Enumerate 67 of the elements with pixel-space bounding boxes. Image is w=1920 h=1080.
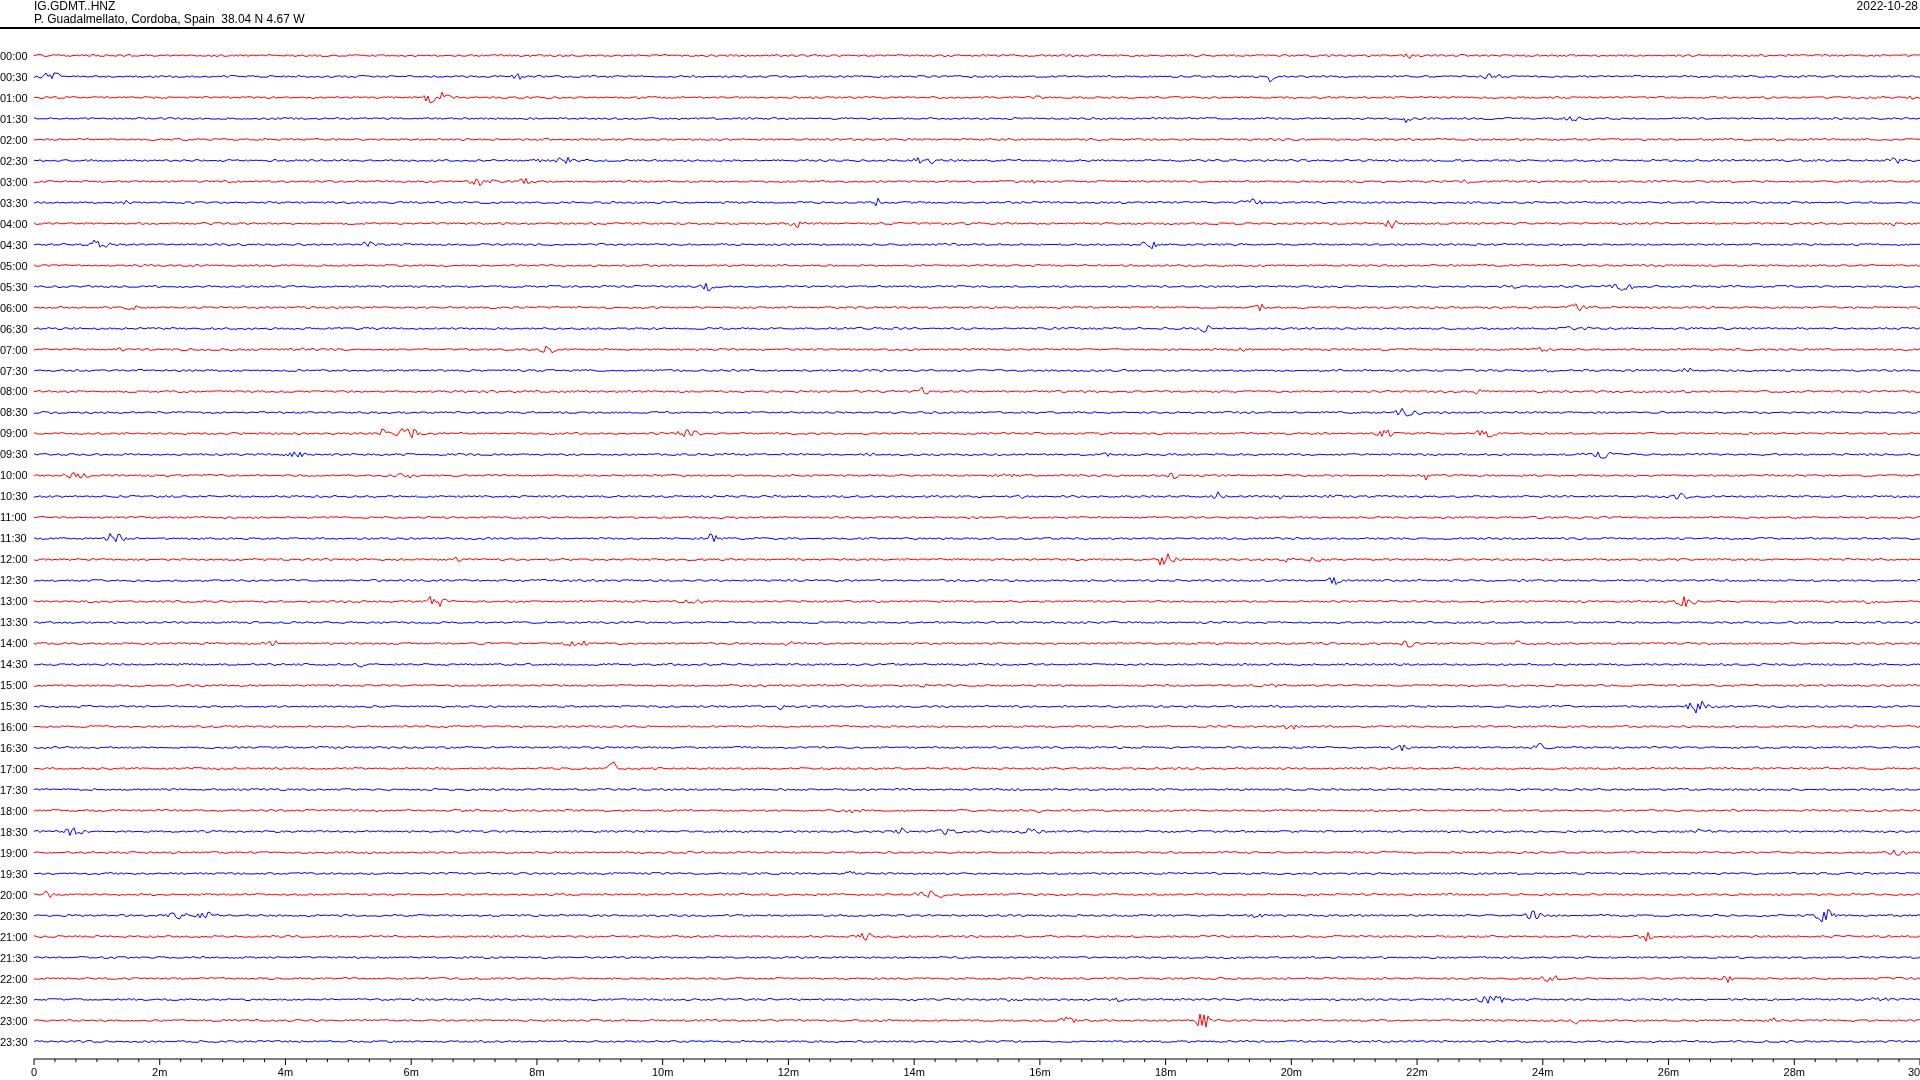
axis-label: 26m [1657,1066,1680,1078]
time-label: 18:30 [0,825,29,838]
axis-label: 10m [651,1066,674,1078]
axis-label: 4m [277,1066,294,1078]
axis-label: 12m [777,1066,800,1078]
time-label: 21:30 [0,951,29,964]
time-label: 13:30 [0,616,29,629]
time-label: 00:00 [0,50,29,62]
time-label: 10:00 [0,469,29,482]
time-label: 12:00 [0,553,29,566]
time-label: 19:30 [0,867,29,880]
axis-label: 30 [1908,1066,1920,1078]
time-label: 17:30 [0,783,29,796]
time-label: 15:30 [0,700,29,712]
time-label: 02:30 [0,154,29,167]
axis-label: 24m [1532,1066,1554,1078]
time-label: 03:00 [0,175,29,188]
time-label: 03:30 [0,196,29,209]
time-label: 04:30 [0,238,29,251]
time-label: 17:00 [0,762,29,775]
axis-label: 16m [1029,1066,1051,1078]
time-label: 09:30 [0,448,29,461]
time-label: 08:00 [0,385,29,398]
time-label: 23:00 [0,1014,29,1027]
axis-label: 0 [30,1066,38,1078]
station-code: IG.GDMT..HNZ [34,0,117,13]
station-location: P. Guadalmellato, Cordoba, Spain 38.04 N 4.67 W [34,13,305,26]
axis-label: 2m [152,1066,168,1078]
time-label: 10:30 [0,490,29,503]
time-label: 06:00 [0,301,29,314]
axis-label: 14m [903,1066,925,1078]
time-label: 09:00 [0,427,29,440]
time-label: 02:00 [0,133,29,146]
time-label: 22:00 [0,972,29,985]
time-label: 07:00 [0,343,29,356]
time-label: 08:30 [0,406,29,419]
time-label: 20:30 [0,909,29,922]
time-label: 05:30 [0,280,29,293]
time-label: 12:30 [0,574,29,587]
time-label: 15:00 [0,679,29,692]
time-label: 14:00 [0,637,29,650]
time-label: 00:30 [0,70,29,83]
time-label: 14:30 [0,658,29,671]
time-label: 11:30 [0,532,28,545]
axis-label: 22m [1406,1066,1428,1078]
time-label: 16:30 [0,741,29,754]
axis-label: 6m [403,1066,419,1078]
axis-label: 8m [529,1066,545,1078]
time-label: 22:30 [0,993,29,1006]
time-label: 01:30 [0,112,29,125]
time-label: 18:00 [0,804,29,817]
time-label: 04:00 [0,217,29,230]
axis-label: 18m [1154,1066,1177,1078]
time-label: 21:00 [0,930,29,943]
time-label: 05:00 [0,259,29,272]
time-label: 23:30 [0,1035,29,1048]
axis-label: 20m [1280,1066,1303,1078]
time-label: 16:00 [0,721,29,733]
time-label: 11:00 [0,511,28,524]
axis-label: 28m [1783,1066,1805,1078]
time-label: 13:00 [0,595,29,608]
time-label: 07:30 [0,364,29,377]
time-label: 01:00 [0,91,29,104]
time-label: 19:00 [0,846,29,859]
time-label: 06:30 [0,322,29,335]
time-label: 20:00 [0,888,29,901]
record-date: 2022-10-28 [1856,0,1918,15]
